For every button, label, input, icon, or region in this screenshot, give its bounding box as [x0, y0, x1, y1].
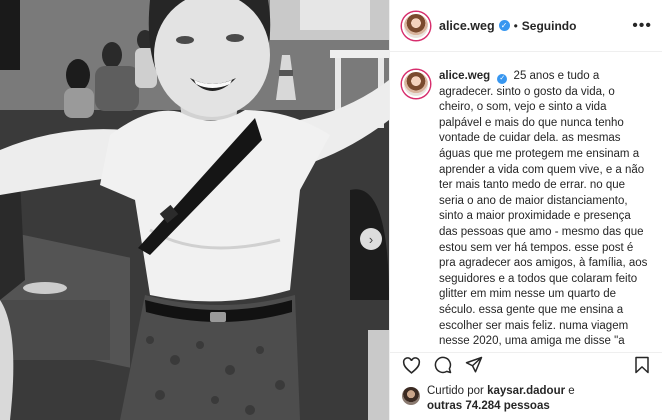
caption: alice.weg ✓ 25 anos e tudo a agradecer. … — [402, 69, 652, 350]
liker-username[interactable]: kaysar.dadour — [487, 385, 565, 397]
likes-prefix: Curtido por — [427, 385, 488, 397]
likes-mid: e — [565, 385, 575, 397]
comments-area[interactable]: alice.weg ✓ 25 anos e tudo a agradecer. … — [390, 53, 662, 352]
post-username[interactable]: alice.weg — [439, 19, 495, 33]
bookmark-icon[interactable] — [634, 356, 650, 374]
chevron-right-icon: › — [368, 231, 374, 247]
post-photo[interactable]: › — [0, 0, 389, 420]
post-sidebar: alice.weg ✓ • Seguindo ••• alice.weg ✓ 2… — [389, 0, 662, 420]
caption-username[interactable]: alice.weg — [439, 70, 490, 82]
likes-count[interactable]: outras 74.284 pessoas — [427, 400, 550, 412]
more-horizontal-icon[interactable]: ••• — [632, 17, 652, 35]
carousel-next-button[interactable]: › — [360, 228, 382, 250]
likes-text: Curtido por kaysar.dadour e outras 74.28… — [427, 384, 575, 414]
caption-text: 25 anos e tudo a agradecer. sinto o gost… — [439, 70, 648, 348]
share-icon[interactable] — [465, 356, 483, 374]
follow-status-button[interactable]: Seguindo — [522, 19, 577, 33]
post-header: alice.weg ✓ • Seguindo ••• — [390, 0, 662, 52]
heart-icon[interactable] — [402, 356, 421, 374]
avatar[interactable] — [402, 11, 430, 40]
verified-icon: ✓ — [497, 73, 508, 84]
verified-icon: ✓ — [498, 20, 510, 31]
photo-scene — [0, 0, 389, 420]
liker-avatar[interactable] — [402, 387, 420, 405]
separator-dot: • — [513, 18, 518, 33]
caption-body: alice.weg ✓ 25 anos e tudo a agradecer. … — [439, 69, 652, 350]
action-bar — [390, 352, 662, 377]
likes-summary: Curtido por kaysar.dadour e outras 74.28… — [402, 384, 575, 414]
caption-avatar[interactable] — [402, 70, 430, 98]
comment-icon[interactable] — [434, 356, 452, 374]
